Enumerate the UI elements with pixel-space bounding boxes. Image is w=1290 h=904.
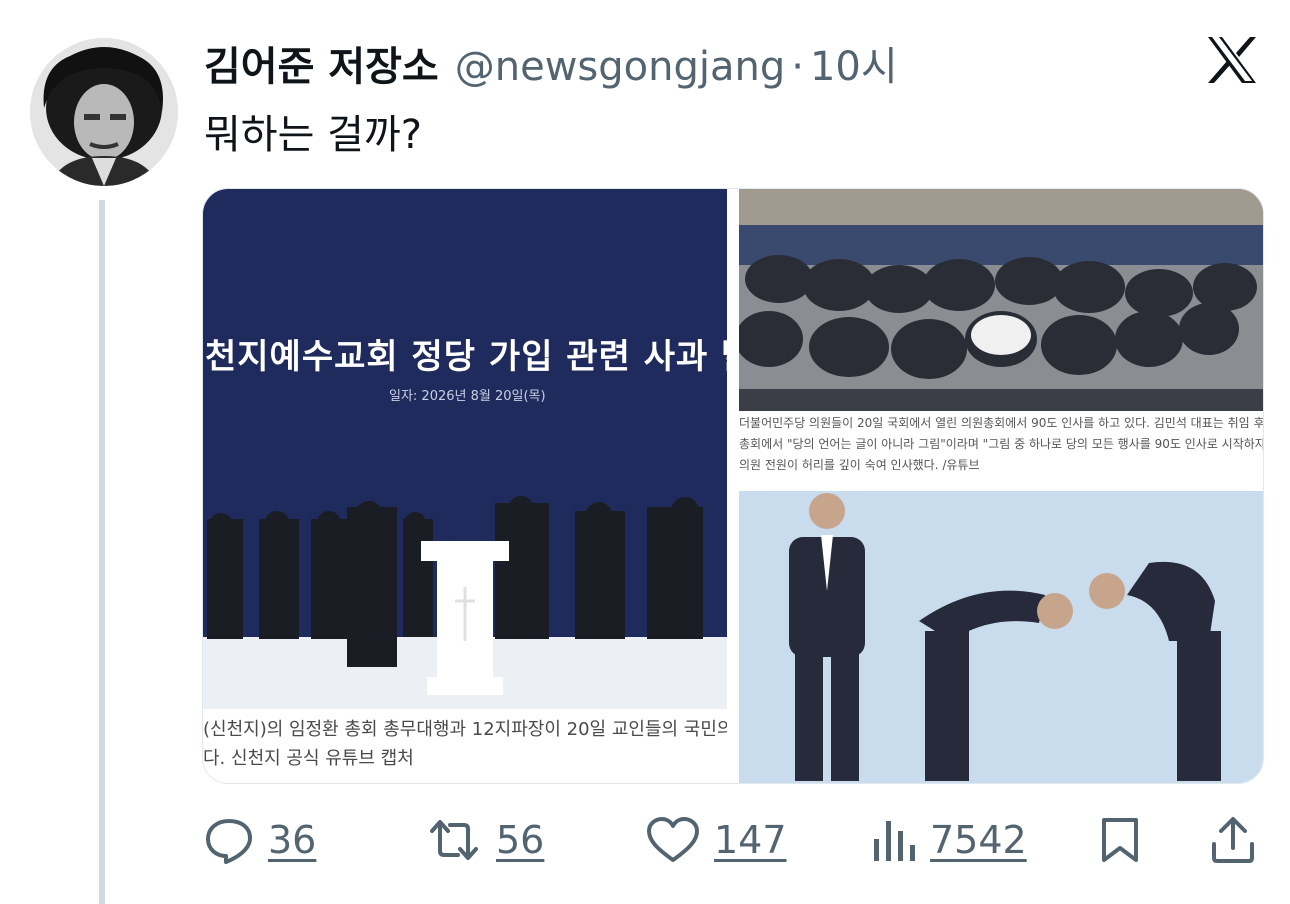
image2-caption-line3: 의원 전원이 허리를 깊이 숙여 인사했다. /유튜브 (739, 458, 980, 472)
image2-caption: 더불어민주당 의원들이 20일 국회에서 열린 의원총회에서 90도 인사를 하… (739, 413, 1263, 476)
tweet-header: 김어준 저장소 @newsgongjang · 10시 (204, 34, 898, 92)
avatar-image (30, 38, 178, 186)
like-button[interactable]: 147 (646, 812, 787, 868)
tweet-actions: 36 56 147 7542 (204, 812, 1264, 868)
heart-icon (647, 817, 699, 862)
media-image-2[interactable]: 더불어민주당 의원들이 20일 국회에서 열린 의원총회에서 90도 인사를 하… (739, 189, 1263, 481)
views-chart-icon (874, 821, 915, 861)
reply-button[interactable]: 36 (204, 812, 316, 868)
stage-background: 천지예수교회 정당 가입 관련 사과 발 일자: 2026년 8월 20일(목) (203, 189, 727, 709)
share-button[interactable] (1210, 812, 1256, 868)
bookmark-icon (1102, 818, 1138, 862)
author-name[interactable]: 김어준 저장소 (204, 34, 439, 92)
assembly-bowing-illustration (739, 189, 1263, 411)
tweet-time[interactable]: 10시 (810, 34, 898, 92)
retweet-button[interactable]: 56 (426, 812, 544, 868)
image1-caption-line1: (신천지)의 임정환 총회 총무대행과 12지파장이 20일 교인들의 국민의 (203, 719, 727, 740)
media-grid[interactable]: 천지예수교회 정당 가입 관련 사과 발 일자: 2026년 8월 20일(목) (202, 188, 1264, 784)
image2-caption-line2: 총회에서 "당의 언어는 글이 아니라 그림"이라며 "그림 중 하나로 당의 … (739, 437, 1263, 451)
media-image-1[interactable]: 천지예수교회 정당 가입 관련 사과 발 일자: 2026년 8월 20일(목) (203, 189, 727, 783)
reply-icon (206, 819, 252, 864)
retweet-icon (430, 820, 478, 860)
image1-caption: (신천지)의 임정환 총회 총무대행과 12지파장이 20일 교인들의 국민의 … (203, 715, 727, 773)
bookmark-button[interactable] (1098, 812, 1142, 868)
reply-count[interactable]: 36 (268, 818, 316, 862)
image1-caption-line2: 다. 신천지 공식 유튜브 캡처 (203, 748, 414, 769)
avatar[interactable] (30, 38, 178, 186)
three-men-bowing-illustration (739, 491, 1263, 783)
media-image-3[interactable] (739, 491, 1263, 783)
share-icon (1212, 817, 1254, 863)
author-handle[interactable]: @newsgongjang (455, 44, 786, 90)
thread-line (99, 200, 105, 904)
separator-dot: · (791, 44, 804, 90)
tweet-text: 뭐하는 걸까? (204, 112, 422, 158)
retweet-count[interactable]: 56 (496, 818, 544, 862)
like-count[interactable]: 147 (714, 818, 787, 862)
bowing-people-illustration (203, 496, 727, 709)
views-button[interactable]: 7542 (870, 812, 1027, 868)
image2-caption-line1: 더불어민주당 의원들이 20일 국회에서 열린 의원총회에서 90도 인사를 하… (739, 416, 1263, 430)
views-count[interactable]: 7542 (930, 818, 1027, 862)
x-logo-icon[interactable] (1206, 35, 1258, 85)
